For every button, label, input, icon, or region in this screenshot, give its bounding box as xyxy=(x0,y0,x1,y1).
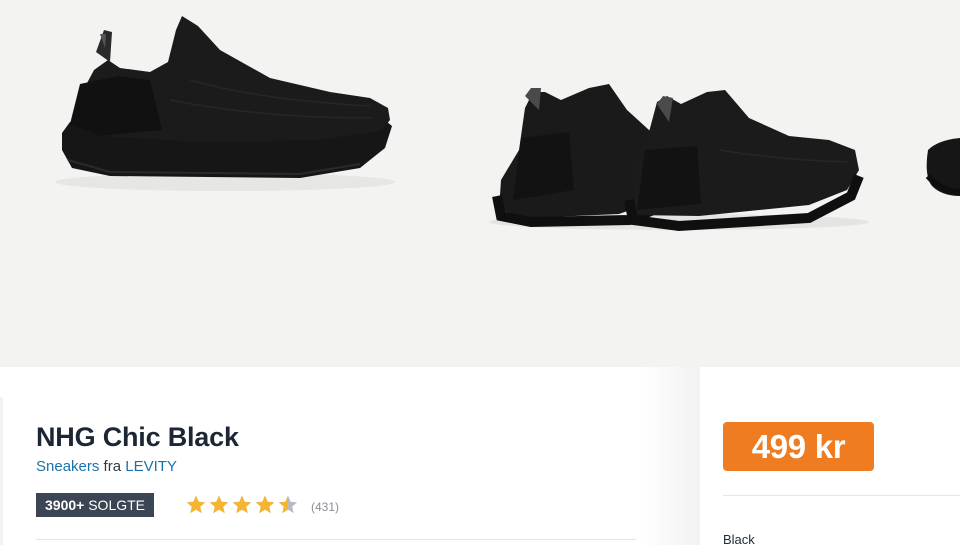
sold-label: SOLGTE xyxy=(88,497,146,513)
rating-stars[interactable] xyxy=(185,494,299,516)
left-divider xyxy=(0,397,3,545)
product-image-gallery[interactable] xyxy=(0,0,960,367)
from-word: fra xyxy=(103,458,122,475)
selected-color: Black xyxy=(723,532,755,545)
sold-count-badge: 3900+ SOLGTE xyxy=(36,493,155,517)
product-subtitle: Sneakers fra LEVITY xyxy=(36,458,177,475)
shoe-partial-image xyxy=(925,138,960,196)
price-divider xyxy=(723,495,960,496)
panel-shadow xyxy=(640,367,700,545)
product-title: NHG Chic Black xyxy=(36,422,239,452)
gallery-image-1[interactable] xyxy=(0,0,446,367)
brand-link[interactable]: LEVITY xyxy=(125,458,177,475)
star-icon xyxy=(278,495,298,514)
sold-count: 3900+ xyxy=(45,497,85,513)
info-divider xyxy=(36,539,636,540)
star-icon xyxy=(186,495,206,514)
star-icon xyxy=(255,495,275,514)
price-badge: 499 kr xyxy=(723,422,874,471)
gallery-image-3[interactable] xyxy=(898,0,960,367)
shoe-pair-image xyxy=(489,84,869,232)
gallery-image-2[interactable] xyxy=(449,0,895,367)
review-count[interactable]: (431) xyxy=(311,500,339,514)
category-link[interactable]: Sneakers xyxy=(36,458,99,475)
star-icon xyxy=(209,495,229,514)
product-info-section: NHG Chic Black Sneakers fra LEVITY 3900+… xyxy=(0,367,960,545)
shoe-side-image xyxy=(55,16,395,191)
star-icon xyxy=(232,495,252,514)
